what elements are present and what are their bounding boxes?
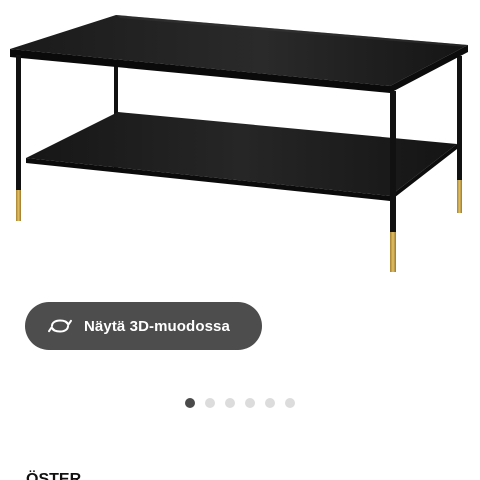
back-right-foot <box>457 180 462 213</box>
view-3d-label: Näytä 3D-muodossa <box>84 317 230 335</box>
carousel-dot-3[interactable] <box>225 398 235 408</box>
carousel-dot-6[interactable] <box>285 398 295 408</box>
rotate-3d-icon <box>48 319 72 333</box>
product-image[interactable] <box>0 0 480 290</box>
view-3d-button[interactable]: Näytä 3D-muodossa <box>25 302 262 350</box>
image-carousel-dots <box>185 398 305 408</box>
carousel-dot-1[interactable] <box>185 398 195 408</box>
front-left-leg <box>16 55 21 195</box>
back-right-leg <box>457 56 462 186</box>
product-name-heading: ÖSTER... <box>26 471 95 480</box>
carousel-dot-5[interactable] <box>265 398 275 408</box>
carousel-dot-2[interactable] <box>205 398 215 408</box>
front-right-leg <box>390 91 396 237</box>
front-right-foot <box>390 232 396 272</box>
carousel-dot-4[interactable] <box>245 398 255 408</box>
product-page: Näytä 3D-muodossa ÖSTER... <box>0 0 480 480</box>
front-left-foot <box>16 190 21 221</box>
